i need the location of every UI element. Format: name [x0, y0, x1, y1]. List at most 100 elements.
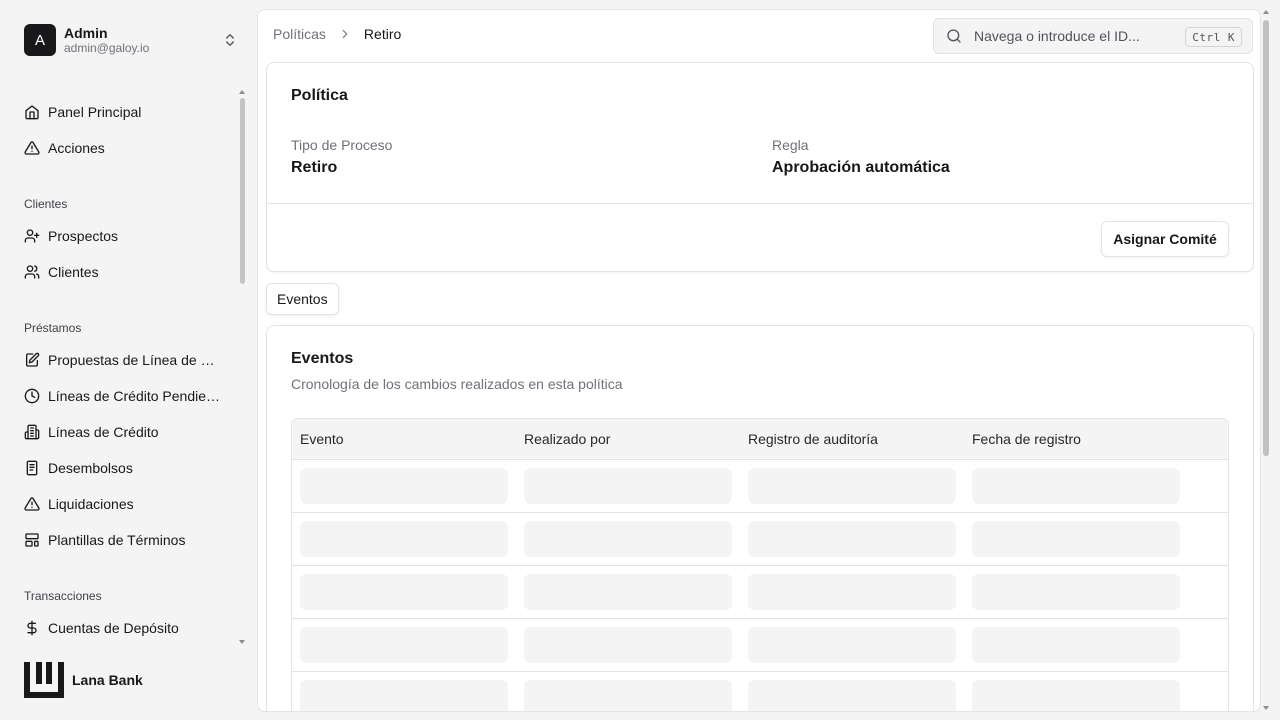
sidebar-item-label: Plantillas de Términos	[48, 532, 186, 548]
sidebar-item-label: Cuentas de Depósito	[48, 620, 179, 636]
search-shortcut: Ctrl K	[1185, 27, 1242, 47]
skeleton-cell	[972, 627, 1180, 663]
skeleton-cell	[300, 521, 508, 557]
sidebar-scrollbar[interactable]	[238, 88, 246, 650]
nav-group-title: Clientes	[24, 197, 68, 211]
sidebar-item-cuentas-deposito[interactable]: Cuentas de Depósito	[24, 616, 179, 640]
scroll-down-icon[interactable]	[239, 640, 245, 644]
skeleton-cell	[524, 468, 732, 504]
breadcrumb: Políticas Retiro	[273, 26, 401, 42]
tab-list: Eventos	[266, 283, 339, 315]
lana-logo-icon	[24, 662, 64, 698]
sidebar-item-label: Clientes	[48, 264, 99, 280]
sidebar-item-lineas-credito[interactable]: Líneas de Crédito	[24, 420, 159, 444]
sidebar-item-prospectos[interactable]: Prospectos	[24, 224, 118, 248]
chevrons-up-down-icon[interactable]	[222, 32, 238, 48]
breadcrumb-link-politicas[interactable]: Políticas	[273, 26, 326, 42]
skeleton-cell	[748, 574, 956, 610]
table-row	[292, 513, 1228, 566]
alert-triangle-icon	[24, 141, 40, 155]
table-row	[292, 672, 1228, 711]
skeleton-cell	[972, 680, 1180, 711]
sidebar-item-label: Acciones	[48, 140, 105, 156]
skeleton-cell	[748, 680, 956, 711]
policy-title: Política	[291, 87, 348, 104]
sidebar: A Admin admin@galoy.io Panel Principal A…	[0, 0, 256, 720]
sidebar-item-plantillas[interactable]: Plantillas de Términos	[24, 528, 185, 552]
user-name: Admin	[64, 24, 108, 41]
skeleton-cell	[748, 521, 956, 557]
sidebar-item-desembolsos[interactable]: Desembolsos	[24, 456, 133, 480]
dollar-icon	[27, 620, 37, 636]
user-plus-icon	[24, 229, 40, 243]
sidebar-item-acciones[interactable]: Acciones	[24, 136, 105, 160]
skeleton-cell	[524, 680, 732, 711]
sidebar-item-label: Desembolsos	[48, 460, 133, 476]
policy-card: Política Tipo de Proceso Retiro Regla Ap…	[266, 62, 1254, 272]
process-type-label: Tipo de Proceso	[291, 137, 393, 153]
table-row	[292, 460, 1228, 513]
sidebar-scrollbar-thumb[interactable]	[240, 98, 245, 284]
receipt-icon	[26, 460, 38, 476]
user-email: admin@galoy.io	[64, 40, 150, 55]
search-input[interactable]	[974, 28, 1174, 44]
sidebar-item-label: Panel Principal	[48, 104, 142, 120]
page-scroll-up-icon[interactable]	[1263, 10, 1269, 14]
rule-value: Aprobación automática	[772, 159, 950, 176]
skeleton-cell	[972, 468, 1180, 504]
column-header-evento: Evento	[300, 431, 344, 447]
skeleton-cell	[300, 627, 508, 663]
sidebar-item-lineas-pendientes[interactable]: Líneas de Crédito Pendientes	[24, 384, 224, 408]
alert-triangle-icon	[24, 497, 40, 511]
scroll-up-icon[interactable]	[239, 90, 245, 94]
assign-committee-button[interactable]: Asignar Comité	[1101, 221, 1229, 257]
column-header-realizado-por: Realizado por	[524, 431, 611, 447]
skeleton-cell	[524, 627, 732, 663]
user-switcher[interactable]: A Admin admin@galoy.io	[24, 24, 238, 56]
sidebar-item-label: Líneas de Crédito	[48, 424, 159, 440]
skeleton-cell	[972, 521, 1180, 557]
skeleton-cell	[300, 468, 508, 504]
avatar: A	[24, 24, 56, 56]
process-type-value: Retiro	[291, 159, 338, 176]
building-icon	[24, 424, 40, 440]
sidebar-item-label: Prospectos	[48, 228, 119, 244]
sidebar-item-panel-principal[interactable]: Panel Principal	[24, 100, 141, 124]
sidebar-nav: Panel Principal Acciones Clientes Prospe…	[0, 88, 248, 650]
brand-name: Lana Bank	[72, 672, 143, 688]
events-table: Evento Realizado por Registro de auditor…	[291, 418, 1229, 711]
nav-group-title: Préstamos	[24, 321, 82, 335]
sidebar-item-label: Propuestas de Línea de Crédito	[48, 352, 224, 368]
events-card: Eventos Cronología de los cambios realiz…	[266, 325, 1254, 711]
skeleton-cell	[524, 574, 732, 610]
sidebar-item-label: Líneas de Crédito Pendientes	[48, 388, 224, 404]
table-header: Evento Realizado por Registro de auditor…	[292, 419, 1228, 460]
sidebar-item-clientes[interactable]: Clientes	[24, 260, 99, 284]
brand[interactable]: Lana Bank	[24, 662, 143, 698]
skeleton-cell	[300, 574, 508, 610]
users-icon	[24, 265, 40, 279]
tab-eventos[interactable]: Eventos	[266, 283, 339, 315]
breadcrumb-current: Retiro	[363, 26, 402, 42]
rule-label: Regla	[772, 137, 809, 153]
skeleton-cell	[748, 468, 956, 504]
home-icon	[25, 105, 39, 120]
skeleton-cell	[972, 574, 1180, 610]
search-box[interactable]: Ctrl K	[933, 18, 1253, 54]
column-header-registro-auditoria: Registro de auditoría	[748, 431, 878, 447]
sidebar-item-label: Liquidaciones	[48, 496, 134, 512]
skeleton-cell	[748, 627, 956, 663]
page-scroll-down-icon[interactable]	[1263, 706, 1269, 710]
sidebar-item-liquidaciones[interactable]: Liquidaciones	[24, 492, 134, 516]
sidebar-item-propuestas[interactable]: Propuestas de Línea de Crédito	[24, 348, 224, 372]
page-scrollbar-thumb[interactable]	[1263, 20, 1269, 456]
clock-icon	[24, 388, 40, 404]
file-edit-icon	[26, 352, 40, 367]
skeleton-cell	[524, 521, 732, 557]
main-panel: Políticas Retiro Ctrl K Política Tipo de…	[257, 9, 1261, 712]
events-subtitle: Cronología de los cambios realizados en …	[291, 376, 623, 392]
nav-group-title: Transacciones	[24, 589, 102, 603]
column-header-fecha-registro: Fecha de registro	[972, 431, 1081, 447]
card-divider	[267, 203, 1253, 204]
skeleton-cell	[300, 680, 508, 711]
